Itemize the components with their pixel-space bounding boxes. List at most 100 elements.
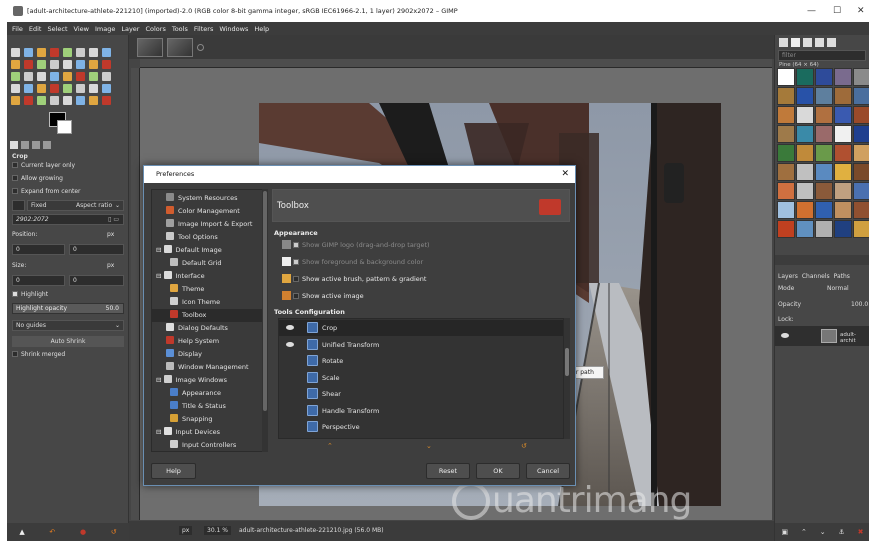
device-status-tab-icon[interactable] [21,141,29,149]
tree-item-default-image[interactable]: ⊟ Default Image [152,244,262,257]
menu-windows[interactable]: Windows [219,25,248,33]
menu-edit[interactable]: Edit [29,25,42,33]
tree-item-system-resources[interactable]: System Resources [152,192,262,205]
tree-item-input-controllers[interactable]: Input Controllers [152,439,262,451]
tool-icon[interactable] [76,72,85,81]
pattern-swatch[interactable] [796,106,814,124]
eye-icon[interactable] [286,341,294,347]
size-unit[interactable]: px [107,262,114,269]
ok-button[interactable]: OK [476,463,520,479]
tool-icon[interactable] [11,96,20,105]
tool-row-shear[interactable]: Shear [279,386,563,402]
tool-icon[interactable] [37,84,46,93]
reset-order-icon[interactable]: ↺ [521,442,527,450]
image-tab-thumbnail[interactable] [137,38,163,57]
lower-layer-icon[interactable]: ⌄ [820,528,826,536]
tree-item-default-grid[interactable]: Default Grid [152,257,262,270]
pattern-swatch[interactable] [796,163,814,181]
minimize-button[interactable]: — [807,6,816,16]
tree-item-image-import-export[interactable]: Image Import & Export [152,218,262,231]
tool-icon[interactable] [89,84,98,93]
menu-colors[interactable]: Colors [145,25,165,33]
tree-item-dialog-defaults[interactable]: Dialog Defaults [152,322,262,335]
tool-icon[interactable] [50,96,59,105]
pattern-swatch[interactable] [777,163,795,181]
eye-icon[interactable] [286,325,294,330]
option-checkbox[interactable] [293,259,299,265]
tool-icon[interactable] [102,48,111,57]
tool-icon[interactable] [102,96,111,105]
pattern-swatch[interactable] [853,68,869,86]
tool-icon[interactable] [37,48,46,57]
pattern-swatch[interactable] [815,125,833,143]
tab-layers[interactable]: Layers [778,271,798,283]
expand-from-center-option[interactable]: Expand from center [12,188,81,195]
pattern-swatch[interactable] [853,87,869,105]
position-x-field[interactable]: 0 [12,244,65,255]
horizontal-ruler[interactable] [140,59,772,68]
tool-icon[interactable] [50,84,59,93]
tool-icon[interactable] [102,60,111,69]
new-layer-icon[interactable]: ▣ [781,528,788,536]
pattern-swatch[interactable] [815,201,833,219]
tree-item-icon-theme[interactable]: Icon Theme [152,296,262,309]
delete-layer-icon[interactable]: ✖ [858,528,864,536]
fixed-checkbox[interactable] [12,200,25,211]
tool-icon[interactable] [63,60,72,69]
highlight-option[interactable]: Highlight [12,291,48,298]
mode-dropdown[interactable]: Normal [827,285,849,292]
patterns-grid[interactable] [777,68,869,268]
tool-icon[interactable] [37,72,46,81]
move-down-icon[interactable]: ⌄ [426,442,432,450]
position-unit[interactable]: px [107,231,114,238]
tool-icon[interactable] [24,84,33,93]
image-tab-thumbnail[interactable] [167,38,193,57]
vertical-ruler[interactable] [131,68,140,520]
tree-item-title-status[interactable]: Title & Status [152,400,262,413]
tool-icon[interactable] [89,96,98,105]
menu-view[interactable]: View [74,25,89,33]
menu-select[interactable]: Select [47,25,67,33]
pattern-swatch[interactable] [777,220,795,238]
tab-paths[interactable]: Paths [834,271,850,283]
highlight-checkbox[interactable] [12,291,18,297]
tool-row-perspective[interactable]: Perspective [279,419,563,435]
tree-item-display[interactable]: Display [152,348,262,361]
aspect-ratio-field[interactable]: 2902:2072 ▯ ▭ [12,214,124,225]
pattern-swatch[interactable] [834,68,852,86]
pattern-swatch[interactable] [834,87,852,105]
layer-row[interactable]: adult-archit [775,326,869,346]
current-layer-only-option[interactable]: Current layer only [12,162,75,169]
pattern-swatch[interactable] [815,163,833,181]
pattern-swatch[interactable] [815,144,833,162]
layer-visibility-icon[interactable] [781,333,789,338]
tree-item-help-system[interactable]: Help System [152,335,262,348]
tool-row-handle-transform[interactable]: Handle Transform [279,403,563,419]
tool-icon[interactable] [89,60,98,69]
tool-icon[interactable] [102,84,111,93]
close-button[interactable]: ✕ [857,6,865,16]
anchor-layer-icon[interactable]: ⚓ [838,528,844,536]
opacity-value[interactable]: 100.0 [851,301,868,308]
tool-icon[interactable] [24,72,33,81]
pattern-swatch[interactable] [815,106,833,124]
tool-icon[interactable] [24,48,33,57]
current-layer-only-checkbox[interactable] [12,162,18,168]
pattern-swatch[interactable] [815,68,833,86]
appearance-option-1[interactable]: Show GIMP logo (drag-and-drop target) [282,239,430,251]
pattern-swatch[interactable] [853,201,869,219]
pattern-swatch[interactable] [796,182,814,200]
size-height-field[interactable]: 0 [69,275,124,286]
fg-bg-color-swatches[interactable] [49,112,72,134]
pattern-swatch[interactable] [796,68,814,86]
reset-options-icon[interactable]: ↺ [111,528,117,536]
tab-channels[interactable]: Channels [802,271,830,283]
tool-options-tab-icon[interactable] [10,141,18,149]
option-checkbox[interactable] [293,276,299,282]
tree-item-color-management[interactable]: Color Management [152,205,262,218]
close-icon[interactable]: ✕ [561,166,569,183]
pattern-swatch[interactable] [815,87,833,105]
collapse-icon[interactable]: ⊟ [156,428,164,436]
tree-item-interface[interactable]: ⊟ Interface [152,270,262,283]
move-up-icon[interactable]: ⌃ [327,442,333,450]
